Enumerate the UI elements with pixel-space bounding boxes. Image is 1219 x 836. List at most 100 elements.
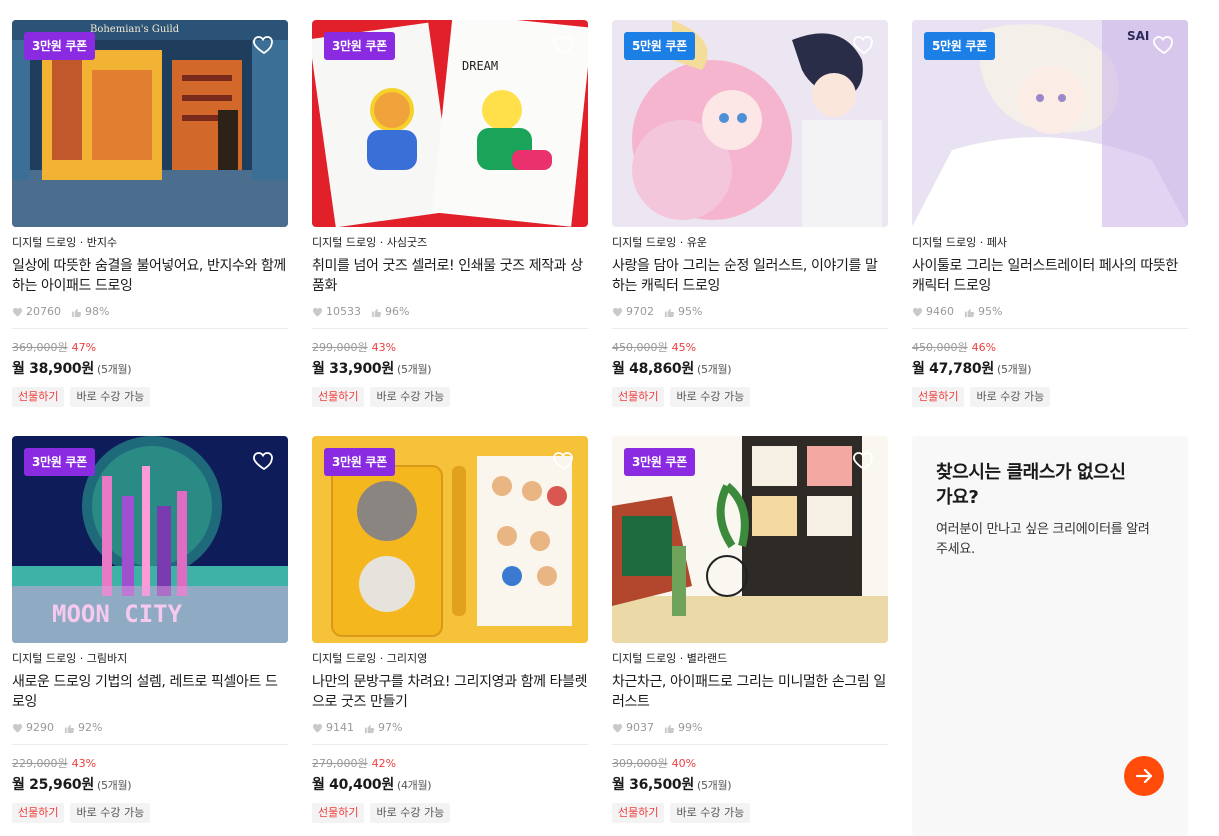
class-category: 디지털 드로잉 · 그리지영: [312, 652, 428, 665]
monthly-price: 월 48,860원: [612, 361, 694, 377]
discount-rate: 42%: [371, 757, 397, 770]
coupon-badge: 3만원 쿠폰: [24, 32, 95, 60]
thumbs-up-icon: [364, 724, 375, 733]
satisfaction-rate: 96%: [385, 305, 410, 318]
request-creator-button[interactable]: [1124, 756, 1164, 796]
class-thumbnail[interactable]: 5만원 쿠폰: [612, 20, 888, 227]
discount-rate: 47%: [71, 341, 97, 354]
class-request-card: 찾으시는 클래스가 없으신가요? 여러분이 만나고 싶은 크리에이터를 알려주세…: [912, 436, 1188, 836]
class-card[interactable]: SAI 5만원 쿠폰 디지털 드로잉 · 페사 사이툴로 그리는 일러스트레이터…: [912, 20, 1188, 407]
heart-small-icon: [312, 307, 323, 317]
sai-logo-text: SAI: [1127, 29, 1149, 43]
gift-tag[interactable]: 선물하기: [12, 387, 65, 407]
class-title[interactable]: 나만의 문방구를 차려요! 그리지영과 함께 타블렛으로 굿즈 만들기: [312, 672, 588, 712]
heart-icon[interactable]: [1152, 32, 1176, 56]
gift-tag[interactable]: 선물하기: [12, 803, 65, 823]
class-thumbnail[interactable]: 3만원 쿠폰: [312, 436, 588, 643]
class-thumbnail[interactable]: DREAM 3만원 쿠폰: [312, 20, 588, 227]
class-card[interactable]: DREAM 3만원 쿠폰 디지털 드로잉 · 사심굿즈 취미를 넘어 굿즈 셀러…: [312, 20, 588, 407]
heart-icon[interactable]: [552, 32, 576, 56]
satisfaction-rate: 95%: [978, 305, 1003, 318]
installment-months: (5개월): [996, 363, 1032, 376]
class-card[interactable]: 5만원 쿠폰 디지털 드로잉 · 유운 사랑을 담아 그리는 순정 일러스트, …: [612, 20, 888, 407]
discount-rate: 46%: [971, 341, 997, 354]
coupon-badge: 3만원 쿠폰: [324, 448, 395, 476]
gift-tag[interactable]: 선물하기: [312, 803, 365, 823]
class-grid: Bohemian's Guild 3만원 쿠폰 디지털 드로잉 · 반지수 일상…: [0, 0, 1219, 836]
promo-description: 여러분이 만나고 싶은 크리에이터를 알려주세요.: [936, 522, 1150, 557]
class-card[interactable]: 3만원 쿠폰 디지털 드로잉 · 별라랜드 차근차근, 아이패드로 그리는 미니…: [612, 436, 888, 823]
like-count: 9702: [626, 305, 654, 318]
gift-tag[interactable]: 선물하기: [912, 387, 965, 407]
heart-small-icon: [312, 723, 323, 733]
instant-access-tag: 바로 수강 가능: [670, 803, 751, 823]
class-thumbnail[interactable]: 3만원 쿠폰: [612, 436, 888, 643]
class-card[interactable]: Bohemian's Guild 3만원 쿠폰 디지털 드로잉 · 반지수 일상…: [12, 20, 288, 407]
divider: [612, 744, 888, 745]
class-card[interactable]: 3만원 쿠폰 디지털 드로잉 · 그리지영 나만의 문방구를 차려요! 그리지영…: [312, 436, 588, 823]
tag-row: 선물하기 바로 수강 가능: [612, 387, 888, 407]
like-count: 10533: [326, 305, 361, 318]
class-title[interactable]: 새로운 드로잉 기법의 설렘, 레트로 픽셀아트 드로잉: [12, 672, 288, 712]
class-thumbnail[interactable]: Bohemian's Guild 3만원 쿠폰: [12, 20, 288, 227]
thumbs-up-icon: [964, 308, 975, 317]
installment-months: (5개월): [96, 779, 132, 792]
original-price: 450,000원: [612, 341, 668, 354]
like-count: 9290: [26, 721, 54, 734]
class-stats: 9290 92%: [12, 721, 288, 735]
thumbs-up-icon: [664, 308, 675, 317]
installment-months: (5개월): [696, 363, 732, 376]
tag-row: 선물하기 바로 수강 가능: [12, 803, 288, 823]
discount-rate: 40%: [671, 757, 697, 770]
tag-row: 선물하기 바로 수강 가능: [912, 387, 1188, 407]
satisfaction-rate: 92%: [78, 721, 103, 734]
monthly-price-row: 월 47,780원 (5개월): [912, 360, 1188, 378]
original-price-row: 450,000원 45%: [612, 341, 888, 355]
heart-icon[interactable]: [252, 32, 276, 56]
class-title[interactable]: 일상에 따뜻한 숨결을 불어넣어요, 반지수와 함께하는 아이패드 드로잉: [12, 256, 288, 296]
original-price-row: 309,000원 40%: [612, 757, 888, 771]
class-category: 디지털 드로잉 · 페사: [912, 236, 1007, 249]
original-price-row: 450,000원 46%: [912, 341, 1188, 355]
class-stats: 10533 96%: [312, 305, 588, 319]
satisfaction-rate: 99%: [678, 721, 703, 734]
original-price-row: 229,000원 43%: [12, 757, 288, 771]
gift-tag[interactable]: 선물하기: [612, 803, 665, 823]
gift-tag[interactable]: 선물하기: [312, 387, 365, 407]
heart-icon[interactable]: [552, 448, 576, 472]
satisfaction-rate: 97%: [378, 721, 403, 734]
class-card[interactable]: MOON CITY 3만원 쿠폰 디지털 드로잉 · 그림바지 새로운 드로잉 …: [12, 436, 288, 823]
class-stats: 9702 95%: [612, 305, 888, 319]
divider: [612, 328, 888, 329]
divider: [312, 744, 588, 745]
monthly-price-row: 월 40,400원 (4개월): [312, 776, 588, 794]
class-title[interactable]: 사이툴로 그리는 일러스트레이터 페사의 따뜻한 캐릭터 드로잉: [912, 256, 1188, 296]
heart-small-icon: [912, 307, 923, 317]
class-title[interactable]: 취미를 넘어 굿즈 셀러로! 인쇄물 굿즈 제작과 상품화: [312, 256, 588, 296]
instant-access-tag: 바로 수강 가능: [670, 387, 751, 407]
heart-icon[interactable]: [852, 448, 876, 472]
heart-small-icon: [612, 723, 623, 733]
instant-access-tag: 바로 수강 가능: [70, 387, 151, 407]
gift-tag[interactable]: 선물하기: [612, 387, 665, 407]
thumbs-up-icon: [71, 308, 82, 317]
shop-sign-text: Bohemian's Guild: [90, 24, 180, 35]
heart-icon[interactable]: [852, 32, 876, 56]
class-stats: 9037 99%: [612, 721, 888, 735]
tag-row: 선물하기 바로 수강 가능: [312, 387, 588, 407]
heart-icon[interactable]: [252, 448, 276, 472]
class-thumbnail[interactable]: MOON CITY 3만원 쿠폰: [12, 436, 288, 643]
class-title[interactable]: 사랑을 담아 그리는 순정 일러스트, 이야기를 말하는 캐릭터 드로잉: [612, 256, 888, 296]
installment-months: (4개월): [396, 779, 432, 792]
class-title[interactable]: 차근차근, 아이패드로 그리는 미니멀한 손그림 일러스트: [612, 672, 888, 712]
class-thumbnail[interactable]: SAI 5만원 쿠폰: [912, 20, 1188, 227]
monthly-price: 월 25,960원: [12, 777, 94, 793]
moon-city-text: MOON CITY: [52, 600, 183, 628]
thumbs-up-icon: [371, 308, 382, 317]
sticker-text: DREAM: [462, 59, 498, 73]
divider: [312, 328, 588, 329]
like-count: 20760: [26, 305, 61, 318]
original-price: 369,000원: [12, 341, 68, 354]
coupon-badge: 3만원 쿠폰: [24, 448, 95, 476]
class-category: 디지털 드로잉 · 사심굿즈: [312, 236, 428, 249]
